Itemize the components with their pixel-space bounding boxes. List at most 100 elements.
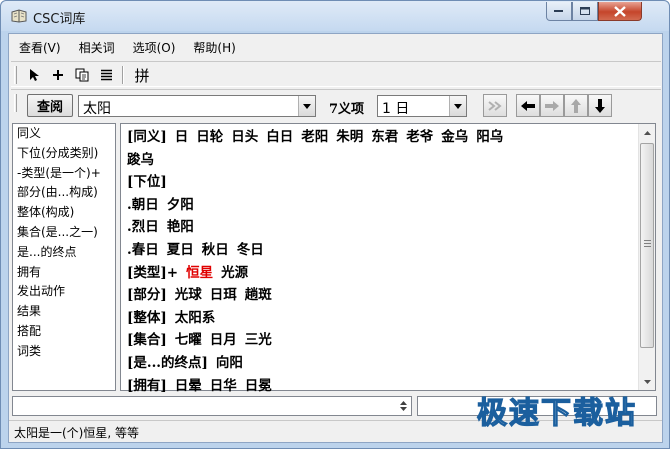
result-word[interactable]: 日冕 <box>245 378 272 394</box>
search-toolbar-grip[interactable] <box>14 94 17 112</box>
result-word[interactable]: 光球 <box>175 287 202 303</box>
menu-help[interactable]: 帮助(H) <box>183 37 243 57</box>
result-word[interactable]: [同义] <box>127 129 167 145</box>
result-word[interactable]: 朱明 <box>336 129 363 145</box>
down-button[interactable] <box>588 94 612 117</box>
double-chevron-right-icon <box>488 100 502 111</box>
relation-item[interactable]: 部分(由...构成) <box>13 183 115 203</box>
relation-item[interactable]: 是...的终点 <box>13 243 115 263</box>
scroll-up-button[interactable] <box>639 124 655 141</box>
result-word[interactable]: 阳乌 <box>476 129 503 145</box>
result-word[interactable]: [下位] <box>127 174 167 190</box>
result-word[interactable]: 日头 <box>231 129 258 145</box>
result-word[interactable]: .烈日 <box>127 219 159 235</box>
result-word[interactable]: 日 <box>175 129 189 145</box>
spin-up-icon <box>399 401 407 405</box>
scroll-thumb[interactable] <box>640 143 654 348</box>
maximize-button[interactable] <box>572 2 598 21</box>
result-word[interactable]: .春日 <box>127 242 159 258</box>
result-word[interactable]: 老爷 <box>406 129 433 145</box>
query-combobox[interactable]: 太阳 <box>78 95 316 117</box>
result-word[interactable]: .朝日 <box>127 197 159 213</box>
result-word[interactable]: 夏日 <box>167 242 194 258</box>
result-word[interactable]: 趟斑 <box>245 287 272 303</box>
status-text: 太阳是一(个)恒星, 等等 <box>14 426 139 440</box>
up-button[interactable] <box>564 94 588 117</box>
result-word[interactable]: 日晕 <box>175 378 202 394</box>
relation-item[interactable]: 搭配 <box>13 322 115 342</box>
pinyin-button[interactable]: 拼 <box>129 65 155 85</box>
result-word[interactable]: 向阳 <box>216 355 243 371</box>
menu-view[interactable]: 查看(V) <box>9 37 69 57</box>
minimize-button[interactable] <box>546 2 572 21</box>
result-word[interactable]: 秋日 <box>202 242 229 258</box>
relation-item[interactable]: 整体(构成) <box>13 203 115 223</box>
relation-item[interactable]: -类型(是一个)+ <box>13 164 115 184</box>
result-word[interactable]: [是...的终点] <box>127 355 208 371</box>
spin-control[interactable] <box>395 397 411 415</box>
result-word[interactable]: [整体] <box>127 310 167 326</box>
watermark-logo: 极速下载站 <box>469 388 659 432</box>
pointer-button[interactable] <box>23 65 45 85</box>
relation-item[interactable]: 下位(分成类别) <box>13 144 115 164</box>
chevron-down-icon <box>454 103 462 109</box>
relation-item[interactable]: 词类 <box>13 342 115 362</box>
maximize-icon <box>579 6 590 15</box>
minimize-icon <box>554 10 563 12</box>
result-word[interactable]: 太阳系 <box>175 310 216 326</box>
relation-item[interactable]: 同义 <box>13 124 115 144</box>
result-word[interactable]: 白日 <box>266 129 293 145</box>
result-word[interactable]: 金乌 <box>441 129 468 145</box>
result-line: [是...的终点] 向阳 <box>127 352 632 375</box>
scroll-down-icon <box>643 379 651 384</box>
relation-item[interactable]: 集合(是...之一) <box>13 223 115 243</box>
result-word[interactable]: [集合] <box>127 332 167 348</box>
pointer-icon <box>30 69 39 81</box>
title-bar[interactable]: CSC词库 <box>1 1 669 31</box>
bottom-input-field[interactable] <box>12 396 412 416</box>
copy-button[interactable] <box>71 65 93 85</box>
menu-options[interactable]: 选项(O) <box>123 37 184 57</box>
result-word[interactable]: 日华 <box>210 378 237 394</box>
result-word[interactable]: 冬日 <box>237 242 264 258</box>
query-dropdown-button[interactable] <box>298 96 315 116</box>
toolbar-main: 拼 <box>11 61 661 87</box>
result-word[interactable]: 三光 <box>245 332 272 348</box>
result-word[interactable]: 老阳 <box>301 129 328 145</box>
result-word[interactable]: 日月 <box>210 332 237 348</box>
highlighted-word[interactable]: 恒星 <box>186 265 213 281</box>
menu-bar: 查看(V) 相关词 选项(O) 帮助(H) <box>9 37 662 57</box>
result-word[interactable]: [拥有] <box>127 378 167 394</box>
result-word[interactable]: 东君 <box>371 129 398 145</box>
result-word[interactable]: 日轮 <box>196 129 223 145</box>
forward-button[interactable] <box>540 94 564 117</box>
result-line: [整体] 太阳系 <box>127 307 632 330</box>
result-word[interactable]: 艳阳 <box>167 219 194 235</box>
result-word[interactable]: [类型]+ <box>127 265 178 281</box>
menu-related-words[interactable]: 相关词 <box>69 37 123 57</box>
result-word[interactable]: 光源 <box>221 265 248 281</box>
results-scrollbar[interactable] <box>638 124 655 390</box>
forward-more-button[interactable] <box>483 94 507 117</box>
close-button[interactable] <box>598 2 642 21</box>
results-pane[interactable]: [同义] 日日轮 日头 白日 老阳 朱明 东君 老爷 金乌 阳乌踆乌 [下位] .朝日 夕阳 .烈日 艳阳.… <box>120 123 656 394</box>
relation-list[interactable]: 同义 下位(分成类别) -类型(是一个)+ 部分(由...构成) 整体(构成) … <box>12 123 116 391</box>
query-input[interactable]: 太阳 <box>83 98 111 118</box>
sense-combobox[interactable]: 1 日 <box>377 95 467 117</box>
result-word[interactable]: 七曜 <box>175 332 202 348</box>
result-word[interactable]: 踆乌 <box>127 152 154 168</box>
sense-dropdown-button[interactable] <box>449 96 466 116</box>
list-button[interactable] <box>95 65 117 85</box>
relation-item[interactable]: 拥有 <box>13 263 115 283</box>
relation-item[interactable]: 发出动作 <box>13 282 115 302</box>
result-word[interactable]: [部分] <box>127 287 167 303</box>
back-button[interactable] <box>516 94 540 117</box>
close-icon <box>614 5 626 17</box>
search-toolbar: 查阅 太阳 7义项 1 日 <box>11 89 661 119</box>
result-word[interactable]: 日珥 <box>210 287 237 303</box>
lookup-button[interactable]: 查阅 <box>27 94 73 117</box>
toolbar-grip[interactable] <box>14 66 17 84</box>
add-button[interactable] <box>47 65 69 85</box>
result-word[interactable]: 夕阳 <box>167 197 194 213</box>
relation-item[interactable]: 结果 <box>13 302 115 322</box>
